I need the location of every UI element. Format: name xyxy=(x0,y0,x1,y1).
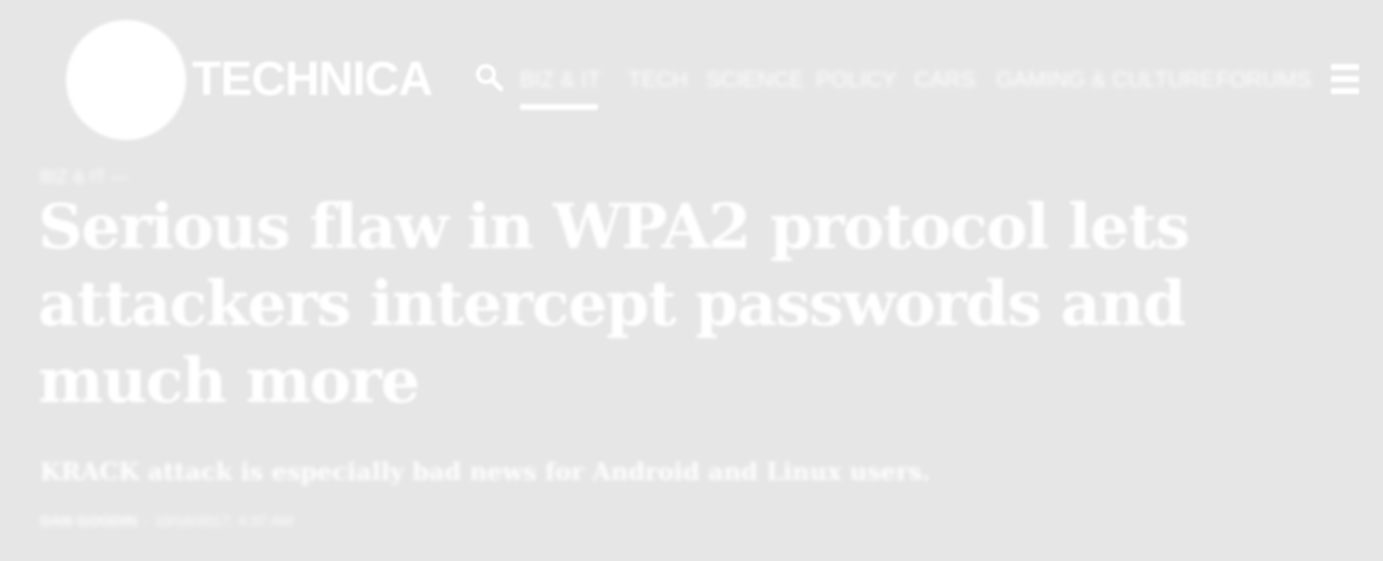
author-link[interactable]: DAN GOODIN xyxy=(40,513,138,530)
article-byline: DAN GOODIN -10/16/2017, 4:37 AM xyxy=(40,510,293,534)
article-subheadline: KRACK attack is especially bad news for … xyxy=(40,457,931,486)
logo-circle-icon xyxy=(66,20,186,140)
nav-item-forums[interactable]: FORUMS xyxy=(1216,60,1311,100)
site-logo[interactable]: TECHNICA xyxy=(66,20,433,140)
site-header: TECHNICA BIZ & IT TECH SCIENCE POLICY CA… xyxy=(0,0,1383,150)
publish-timestamp: 10/16/2017, 4:37 AM xyxy=(154,513,293,530)
nav-item-science[interactable]: SCIENCE xyxy=(706,60,804,100)
nav-item-policy[interactable]: POLICY xyxy=(816,60,897,100)
article-headline: Serious flaw in WPA2 protocol lets attac… xyxy=(38,190,1190,417)
nav-active-indicator xyxy=(520,104,598,110)
article-section-kicker[interactable]: BIZ & IT — xyxy=(40,163,129,191)
nav-item-gaming-culture[interactable]: GAMING & CULTURE xyxy=(996,60,1214,100)
logo-wordmark: TECHNICA xyxy=(192,53,433,106)
nav-item-cars[interactable]: CARS xyxy=(914,60,975,100)
hamburger-menu-icon[interactable] xyxy=(1331,64,1359,94)
byline-separator: - xyxy=(143,513,149,530)
nav-item-biz-it[interactable]: BIZ & IT xyxy=(520,60,601,100)
search-icon[interactable] xyxy=(472,60,508,96)
nav-item-tech[interactable]: TECH xyxy=(628,60,688,100)
